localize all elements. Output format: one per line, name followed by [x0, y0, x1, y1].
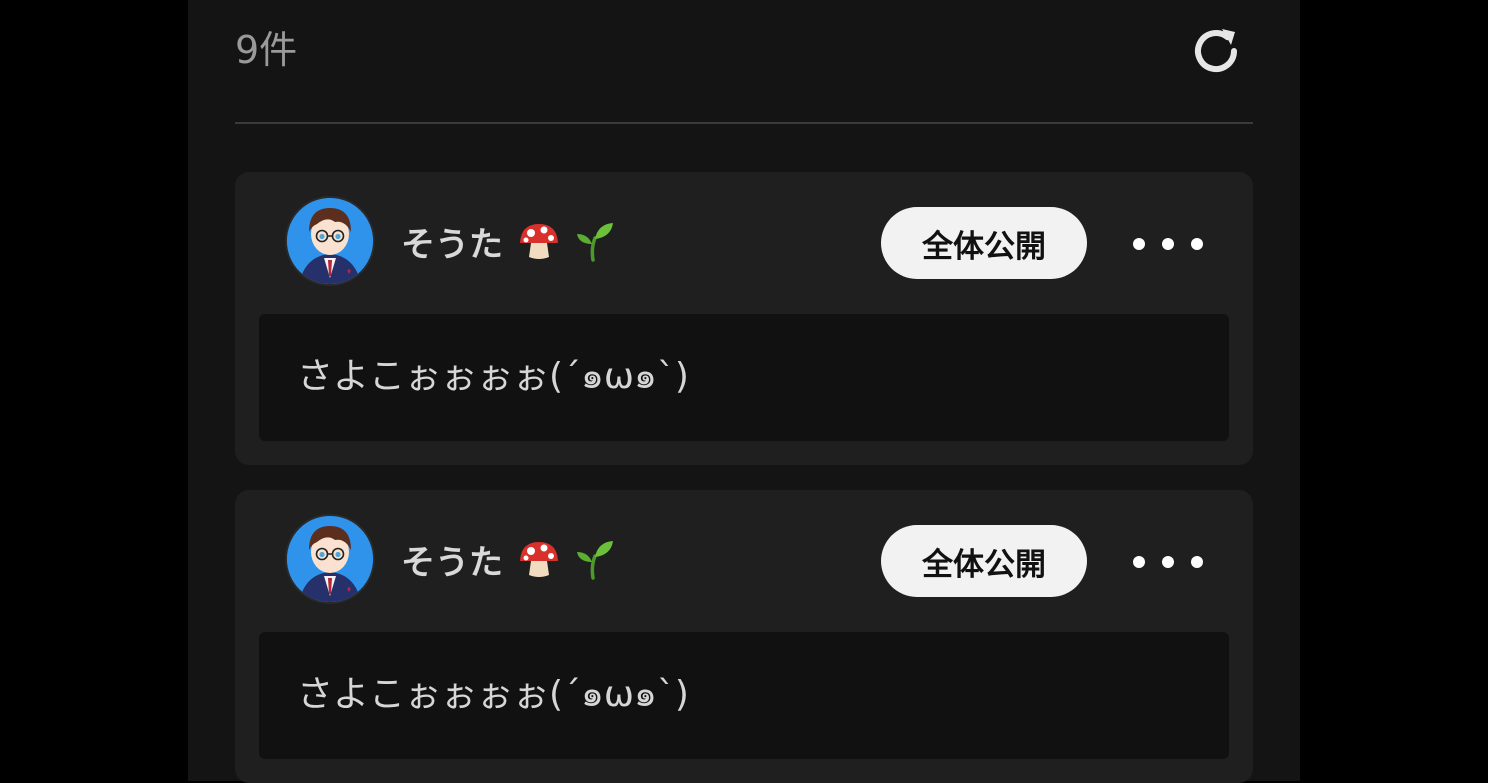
dot	[1162, 556, 1174, 568]
post-content: さよこぉぉぉぉ(´๑ω๑`)	[259, 314, 1229, 441]
username-text: そうた	[401, 225, 503, 265]
avatar[interactable]	[285, 514, 375, 604]
dot	[1133, 556, 1145, 568]
post-list-panel: 9件 そうた 全体公開 さよこぉぉぉぉ(´๑ω๑`) そうた 全体公開 さよこぉ…	[188, 0, 1300, 783]
post-text: さよこぉぉぉぉ(´๑ω๑`)	[297, 674, 689, 715]
avatar[interactable]	[285, 196, 375, 286]
username: そうた	[401, 538, 615, 591]
post-text: さよこぉぉぉぉ(´๑ω๑`)	[297, 356, 689, 397]
ellipsis-icon[interactable]	[1133, 542, 1203, 582]
dot	[1133, 238, 1145, 250]
post-content: さよこぉぉぉぉ(´๑ω๑`)	[259, 632, 1229, 759]
dot	[1191, 556, 1203, 568]
post-card: そうた 全体公開 さよこぉぉぉぉ(´๑ω๑`)	[235, 490, 1253, 783]
ellipsis-icon[interactable]	[1133, 224, 1203, 264]
visibility-badge[interactable]: 全体公開	[881, 207, 1087, 279]
dot	[1162, 238, 1174, 250]
list-header: 9件	[235, 0, 1253, 124]
seedling-emoji	[575, 220, 615, 273]
seedling-emoji	[575, 538, 615, 591]
post-card: そうた 全体公開 さよこぉぉぉぉ(´๑ω๑`)	[235, 172, 1253, 465]
dot	[1191, 238, 1203, 250]
username: そうた	[401, 220, 615, 273]
username-text: そうた	[401, 543, 503, 583]
refresh-icon[interactable]	[1189, 24, 1243, 78]
mushroom-emoji	[517, 221, 561, 272]
visibility-badge[interactable]: 全体公開	[881, 525, 1087, 597]
post-count: 9件	[235, 28, 298, 72]
mushroom-emoji	[517, 539, 561, 590]
